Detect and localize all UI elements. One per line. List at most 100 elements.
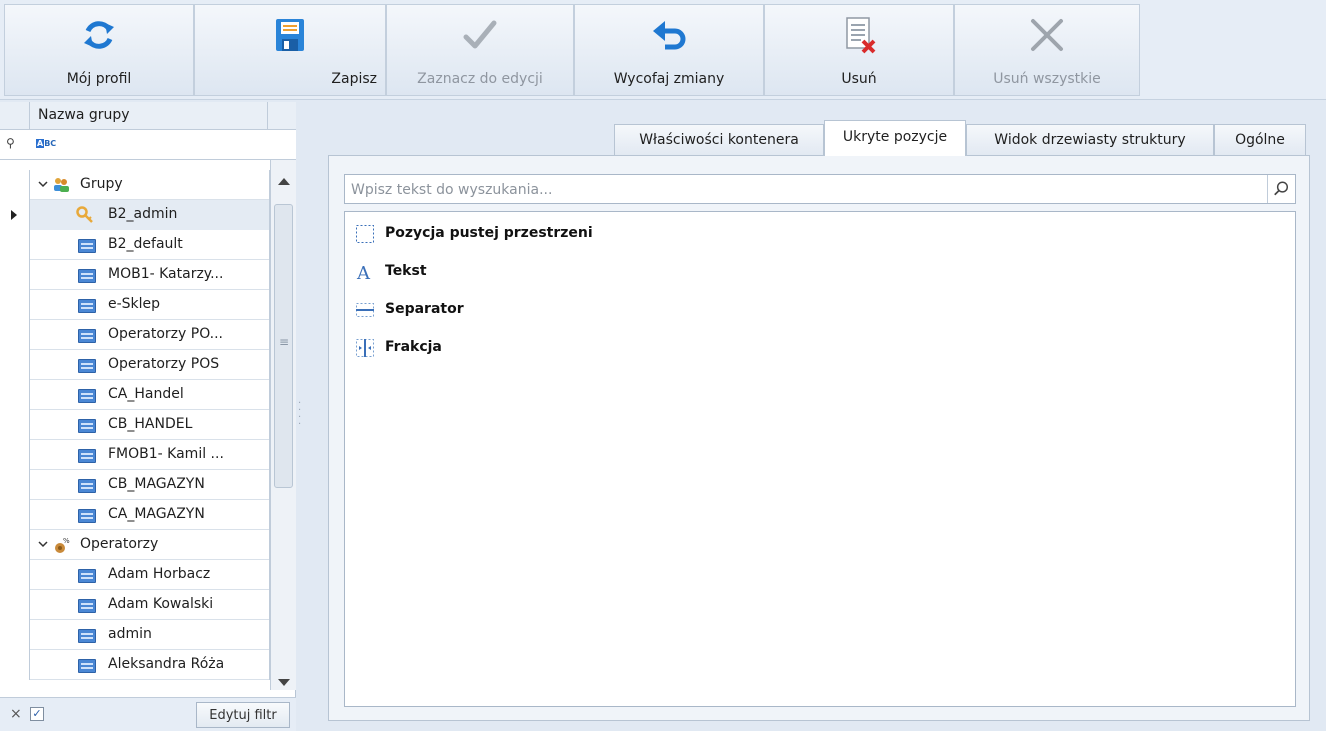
- tree-item[interactable]: admin: [0, 620, 270, 650]
- tree-vertical-scrollbar[interactable]: [270, 160, 296, 690]
- scroll-down-arrow-icon[interactable]: [278, 679, 290, 686]
- svg-text:%: %: [63, 537, 70, 545]
- hidden-items-list: Pozycja pustej przestrzeni A Tekst Separ…: [344, 211, 1296, 707]
- fraction-icon: [356, 339, 374, 357]
- delete-document-icon: [846, 17, 876, 54]
- save-icon: [276, 19, 304, 51]
- tree-item-label: CA_Handel: [108, 386, 184, 402]
- tree-item[interactable]: Aleksandra Róża: [0, 650, 270, 680]
- checkmark-icon: [463, 20, 497, 49]
- undo-changes-label: Wycofaj zmiany: [613, 71, 725, 87]
- tree-item[interactable]: CA_MAGAZYN: [0, 500, 270, 530]
- groups-panel: Nazwa grupy ⚲ ABC Grupy B2_admin B2_defa…: [0, 102, 296, 731]
- column-header-group-name[interactable]: Nazwa grupy: [30, 102, 268, 130]
- save-button[interactable]: Zapisz: [194, 4, 386, 96]
- tree-item-label: FMOB1- Kamil ...: [108, 446, 224, 462]
- edit-filter-button[interactable]: Edytuj filtr: [196, 702, 290, 728]
- toolbar: Mój profil Zapisz Zaznacz do edycji Wyco…: [0, 0, 1326, 100]
- panel-splitter-grip[interactable]: · · · ·: [298, 399, 304, 430]
- list-icon: [78, 419, 96, 433]
- tree-item[interactable]: Operatorzy PO...: [0, 320, 270, 350]
- tree-item-label: Operatorzy POS: [108, 356, 220, 372]
- tree-item-b2-admin[interactable]: B2_admin: [0, 200, 270, 230]
- operators-icon: %: [55, 537, 70, 553]
- tab-hidden-items[interactable]: Ukryte pozycje: [824, 120, 966, 156]
- save-label: Zapisz: [331, 71, 377, 87]
- filter-row[interactable]: ⚲ ABC: [0, 130, 296, 160]
- svg-text:A: A: [356, 263, 371, 282]
- tree-item[interactable]: Operatorzy POS: [0, 350, 270, 380]
- tree-item[interactable]: CB_MAGAZYN: [0, 470, 270, 500]
- key-icon: [76, 206, 93, 223]
- search-icon[interactable]: [1267, 175, 1295, 203]
- delete-all-label: Usuń wszystkie: [993, 71, 1101, 87]
- list-icon: [78, 599, 96, 613]
- tree-item-label: Aleksandra Róża: [108, 656, 225, 672]
- pin-icon[interactable]: ⚲: [6, 136, 15, 150]
- search-input[interactable]: [351, 179, 1251, 201]
- list-icon: [78, 299, 96, 313]
- undo-changes-button[interactable]: Wycofaj zmiany: [574, 4, 764, 96]
- tree-item[interactable]: FMOB1- Kamil ...: [0, 440, 270, 470]
- chevron-down-icon[interactable]: [38, 179, 48, 189]
- tree-item-label: Adam Horbacz: [108, 566, 211, 582]
- tree-node-label: Operatorzy: [80, 536, 159, 552]
- delete-label: Usuń: [841, 71, 877, 87]
- empty-space-icon: [356, 225, 374, 243]
- row-indicator: [0, 170, 30, 200]
- tree-item[interactable]: CA_Handel: [0, 380, 270, 410]
- tree-item[interactable]: e-Sklep: [0, 290, 270, 320]
- tree-item[interactable]: Adam Kowalski: [0, 590, 270, 620]
- list-icon: [78, 449, 96, 463]
- tree-node-operators[interactable]: % Operatorzy: [0, 530, 270, 560]
- list-icon: [78, 269, 96, 283]
- list-icon: [78, 629, 96, 643]
- tree-item-label: Operatorzy PO...: [108, 326, 223, 342]
- scrollbar-thumb[interactable]: [274, 204, 293, 488]
- tab-general[interactable]: Ogólne: [1214, 124, 1306, 155]
- list-icon: [78, 389, 96, 403]
- list-item-label: Frakcja: [385, 339, 442, 355]
- tree-item[interactable]: MOB1- Katarzy...: [0, 260, 270, 290]
- list-item-text[interactable]: A Tekst: [355, 260, 755, 286]
- my-profile-label: Mój profil: [66, 71, 132, 87]
- list-item-separator[interactable]: Separator: [355, 298, 755, 324]
- current-row-indicator: [0, 200, 30, 230]
- tree-item[interactable]: B2_default: [0, 230, 270, 260]
- list-item-empty-space[interactable]: Pozycja pustej przestrzeni: [355, 222, 755, 248]
- tab-tree-view[interactable]: Widok drzewiasty struktury: [966, 124, 1214, 155]
- abc-filter-icon[interactable]: ABC: [36, 138, 56, 150]
- mark-for-edit-button[interactable]: Zaznacz do edycji: [386, 4, 574, 96]
- tree-item-label: admin: [108, 626, 152, 642]
- my-profile-button[interactable]: Mój profil: [4, 4, 194, 96]
- filter-footer: × ✓ Edytuj filtr: [0, 697, 296, 731]
- group-tree: Grupy B2_admin B2_default MOB1- Katarzy.…: [0, 170, 270, 690]
- tree-item-label: B2_default: [108, 236, 183, 252]
- list-icon: [78, 479, 96, 493]
- tree-item-label: CA_MAGAZYN: [108, 506, 205, 522]
- list-icon: [78, 359, 96, 373]
- tree-item-label: CB_MAGAZYN: [108, 476, 205, 492]
- tab-container-properties[interactable]: Właściwości kontenera: [614, 124, 824, 155]
- delete-button[interactable]: Usuń: [764, 4, 954, 96]
- refresh-icon: [84, 21, 114, 49]
- grid-header: Nazwa grupy: [0, 102, 296, 130]
- clear-filter-icon[interactable]: ×: [10, 706, 22, 722]
- filter-enabled-checkbox[interactable]: ✓: [30, 707, 44, 721]
- scroll-up-arrow-icon[interactable]: [278, 178, 290, 185]
- list-icon: [78, 239, 96, 253]
- delete-all-button[interactable]: Usuń wszystkie: [954, 4, 1140, 96]
- tree-item[interactable]: Adam Horbacz: [0, 560, 270, 590]
- chevron-down-icon[interactable]: [38, 539, 48, 549]
- tree-item-label: Adam Kowalski: [108, 596, 214, 612]
- list-item-label: Pozycja pustej przestrzeni: [385, 225, 593, 241]
- tree-item-label: B2_admin: [108, 206, 178, 222]
- row-indicator-header: [0, 102, 30, 130]
- separator-icon: [356, 303, 374, 317]
- tree-item-label: MOB1- Katarzy...: [108, 266, 224, 282]
- tree-item[interactable]: CB_HANDEL: [0, 410, 270, 440]
- tree-node-groups[interactable]: Grupy: [0, 170, 270, 200]
- list-item-fraction[interactable]: Frakcja: [355, 336, 755, 362]
- list-item-label: Tekst: [385, 263, 427, 279]
- undo-icon: [653, 21, 686, 50]
